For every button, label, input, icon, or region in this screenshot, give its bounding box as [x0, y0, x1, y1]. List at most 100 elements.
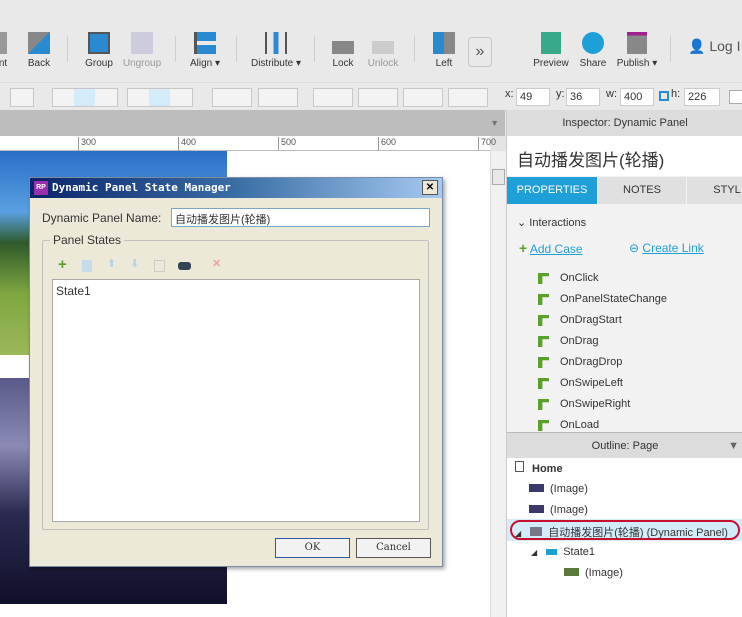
ruler-label: 700	[478, 137, 496, 151]
event-onload[interactable]: OnLoad	[560, 419, 599, 431]
ruler-label: 500	[278, 137, 296, 151]
panel-states-label: Panel States	[50, 233, 125, 247]
right-panel: Inspector: Dynamic Panel 自动播发图片(轮播) PROP…	[506, 110, 742, 617]
collapse-icon[interactable]: ◢	[531, 548, 537, 557]
image-icon	[529, 484, 544, 492]
y-input[interactable]: 36	[566, 88, 600, 106]
event-onswiperight[interactable]: OnSwipeRight	[560, 398, 630, 410]
w-label: w:	[606, 88, 617, 100]
x-input[interactable]: 49	[516, 88, 550, 106]
event-onclick[interactable]: OnClick	[560, 272, 599, 284]
ruler-label: 400	[178, 137, 196, 151]
canvas-scrollbar[interactable]	[490, 151, 506, 617]
lock-icon	[332, 32, 354, 54]
y-label: y:	[556, 88, 565, 100]
state-manager-dialog: RP Dynamic Panel State Manager ✕ Dynamic…	[29, 177, 443, 567]
state-icon	[546, 549, 558, 555]
tab-notes[interactable]: NOTES	[598, 177, 686, 204]
outline-image-1[interactable]: (Image)	[529, 483, 588, 495]
publish-button[interactable]: Publish ▾	[616, 32, 658, 69]
align-icon	[194, 32, 216, 54]
share-button[interactable]: Share	[578, 32, 608, 69]
event-onswipeleft[interactable]: OnSwipeLeft	[560, 377, 623, 389]
fill-color-dropdown[interactable]	[212, 88, 252, 107]
outline-image-3[interactable]: (Image)	[564, 567, 623, 579]
lock-button[interactable]: Lock	[330, 32, 356, 69]
inspector-header: Inspector: Dynamic Panel	[507, 110, 742, 136]
image-icon	[529, 505, 544, 513]
outline-image-2[interactable]: (Image)	[529, 504, 588, 516]
tabs-dropdown-icon[interactable]: ▼	[490, 118, 499, 128]
unlock-button[interactable]: Unlock	[366, 32, 400, 69]
login-button[interactable]: 👤 Log I	[688, 38, 740, 55]
bring-front-button[interactable]: nt	[0, 32, 12, 69]
tab-properties[interactable]: PROPERTIES	[507, 177, 597, 204]
interactions-section[interactable]: ⌄ Interactions	[517, 216, 586, 229]
left-panel-icon	[433, 32, 455, 54]
create-link-link[interactable]: ⊖ Create Link	[629, 241, 704, 255]
w-input[interactable]: 400	[620, 88, 654, 106]
state-item[interactable]: State1	[53, 280, 419, 302]
group-button[interactable]: Group	[82, 32, 116, 69]
preview-icon	[541, 32, 561, 54]
inspector-widget-name[interactable]: 自动播发图片(轮播)	[507, 136, 742, 176]
collapse-icon[interactable]: ◢	[515, 529, 521, 538]
add-case-link[interactable]: + Add Case	[519, 240, 583, 256]
states-list: State1	[52, 279, 420, 522]
cancel-button[interactable]: Cancel	[356, 538, 431, 558]
share-icon	[582, 32, 604, 54]
move-down-icon[interactable]: ⬇	[130, 257, 139, 270]
send-back-button[interactable]: Back	[24, 32, 54, 69]
event-ondrag[interactable]: OnDrag	[560, 335, 599, 347]
ok-button[interactable]: OK	[275, 538, 350, 558]
lock-ratio-icon[interactable]	[659, 91, 669, 101]
left-panel-button[interactable]: Left	[430, 32, 458, 69]
user-icon: 👤	[688, 38, 706, 54]
move-up-icon[interactable]: ⬆	[107, 257, 116, 270]
event-onpanelstatechange[interactable]: OnPanelStateChange	[560, 293, 667, 305]
preview-button[interactable]: Preview	[532, 32, 570, 69]
arrow-style-dropdown[interactable]	[448, 88, 488, 107]
edit-all-states-icon[interactable]	[178, 262, 191, 270]
page-icon	[515, 461, 524, 472]
event-ondragstart[interactable]: OnDragStart	[560, 314, 622, 326]
outline-header: Outline: Page ▼	[507, 432, 742, 458]
align-button[interactable]: Align ▾	[188, 32, 222, 69]
more-tools-button[interactable]: »	[468, 37, 492, 67]
panel-name-input[interactable]: 自动播发图片(轮播)	[171, 208, 430, 227]
add-state-icon[interactable]: +	[58, 256, 67, 273]
text-align-group[interactable]	[52, 88, 118, 107]
main-toolbar: nt Back Group Ungroup Align ▾ Distribute…	[0, 0, 742, 82]
link-icon: ⊖	[629, 241, 640, 255]
axure-rp-icon: RP	[34, 181, 48, 195]
line-style-dropdown[interactable]	[403, 88, 443, 107]
close-button[interactable]: ✕	[422, 180, 438, 195]
filter-icon[interactable]: ▼	[728, 433, 739, 459]
front-icon	[0, 32, 7, 54]
tab-style[interactable]: STYL	[687, 177, 742, 204]
outline-home[interactable]: Home	[515, 461, 563, 475]
hidden-checkbox[interactable]	[729, 90, 742, 104]
shadow-dropdown[interactable]	[258, 88, 298, 107]
format-button[interactable]	[10, 88, 34, 107]
outline-dynamic-panel[interactable]: ◢ 自动播发图片(轮播) (Dynamic Panel)	[510, 520, 740, 540]
edit-state-icon[interactable]	[154, 260, 165, 272]
line-width-dropdown[interactable]	[358, 88, 398, 107]
event-ondragdrop[interactable]: OnDragDrop	[560, 356, 622, 368]
distribute-button[interactable]: Distribute ▾	[250, 32, 302, 69]
chevron-down-icon: ⌄	[517, 217, 527, 229]
scrollbar-thumb[interactable]	[492, 169, 505, 185]
line-color-dropdown[interactable]	[313, 88, 353, 107]
outline-state1[interactable]: ◢ State1	[531, 546, 595, 558]
back-icon	[28, 32, 50, 54]
unlock-icon	[372, 32, 394, 54]
dialog-titlebar[interactable]: RP Dynamic Panel State Manager ✕	[30, 178, 442, 198]
x-label: x:	[505, 88, 514, 100]
horizontal-ruler: 300 400 500 600 700	[0, 136, 496, 151]
publish-icon	[627, 32, 647, 54]
delete-state-icon[interactable]: ✕	[212, 257, 221, 270]
vertical-align-group[interactable]	[127, 88, 193, 107]
ungroup-button[interactable]: Ungroup	[122, 32, 162, 69]
h-input[interactable]: 226	[684, 88, 720, 106]
duplicate-state-icon[interactable]	[82, 260, 92, 272]
